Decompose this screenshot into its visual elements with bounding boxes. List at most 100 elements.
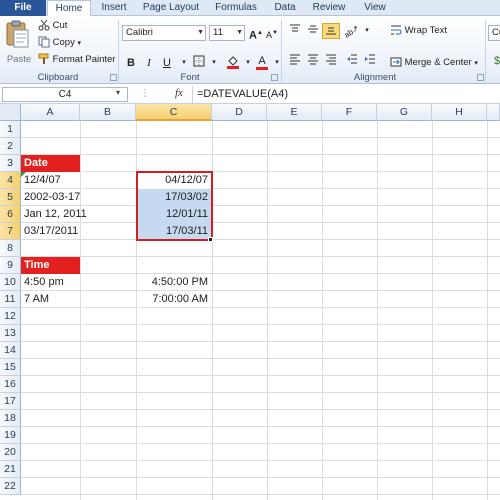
paste-button[interactable]: Paste (4, 19, 34, 67)
cell-a5[interactable]: 2002-03-17 (21, 189, 136, 206)
formula-bar-grip-icon: ⋮ (140, 88, 150, 99)
insert-function-button[interactable]: fx (175, 87, 183, 99)
column-header-a[interactable]: A (21, 104, 80, 121)
column-header-c[interactable]: C (136, 104, 212, 121)
row-header-9[interactable]: 9 (0, 257, 21, 274)
column-header-b[interactable]: B (80, 104, 136, 121)
ribbon: Paste Cut Copy ▾ Format Painter Clipboar… (0, 16, 500, 84)
borders-dropdown-icon[interactable]: ▾ (205, 55, 223, 71)
scissors-icon (38, 20, 50, 31)
align-center-button[interactable] (304, 53, 322, 69)
orientation-dropdown-icon[interactable]: ▾ (358, 23, 376, 39)
wrap-text-button[interactable]: Wrap Text (390, 24, 447, 38)
row-header-14[interactable]: 14 (0, 342, 21, 359)
cell-a3[interactable]: Date (21, 155, 80, 172)
gridline (21, 392, 500, 393)
bold-button[interactable]: B (122, 55, 140, 71)
format-painter-button[interactable]: Format Painter (38, 53, 115, 67)
tab-insert[interactable]: Insert (93, 0, 135, 16)
row-header-15[interactable]: 15 (0, 359, 21, 376)
row-header-11[interactable]: 11 (0, 291, 21, 308)
row-header-13[interactable]: 13 (0, 325, 21, 342)
row-header-22[interactable]: 22 (0, 478, 21, 495)
row-header-18[interactable]: 18 (0, 410, 21, 427)
align-middle-button[interactable] (304, 23, 322, 39)
column-header-d[interactable]: D (212, 104, 267, 121)
row-header-12[interactable]: 12 (0, 308, 21, 325)
cut-button[interactable]: Cut (38, 19, 67, 33)
number-format-select[interactable]: Cu (488, 25, 500, 41)
cell-c11[interactable]: 7:00:00 AM (137, 291, 211, 308)
tab-formulas[interactable]: Formulas (207, 0, 265, 16)
row-header-4[interactable]: 4 (0, 172, 21, 189)
row-header-19[interactable]: 19 (0, 427, 21, 444)
row-header-21[interactable]: 21 (0, 461, 21, 478)
tab-view[interactable]: View (355, 0, 395, 16)
tab-page-layout[interactable]: Page Layout (137, 0, 205, 16)
row-header-10[interactable]: 10 (0, 274, 21, 291)
row-header-1[interactable]: 1 (0, 121, 21, 138)
copy-dropdown-icon[interactable]: ▾ (77, 40, 81, 47)
accounting-format-button[interactable]: $ (488, 53, 500, 69)
column-header-e[interactable]: E (267, 104, 322, 121)
row-header-7[interactable]: 7 (0, 223, 21, 240)
increase-indent-button[interactable] (361, 53, 379, 69)
shrink-font-button[interactable]: A▼ (263, 25, 281, 41)
formula-bar-divider (192, 86, 193, 103)
cell-a11[interactable]: 7 AM (21, 291, 136, 308)
row-header-6[interactable]: 6 (0, 206, 21, 223)
align-right-button[interactable] (322, 53, 340, 69)
italic-button[interactable]: I (140, 55, 158, 71)
font-size-select[interactable]: 11 ▼ (209, 25, 245, 41)
cell-c10[interactable]: 4:50:00 PM (137, 274, 211, 291)
wrap-text-label: Wrap Text (404, 25, 448, 36)
align-top-button[interactable] (286, 23, 304, 39)
align-bottom-button[interactable] (322, 23, 340, 39)
clipboard-launcher-icon[interactable] (110, 74, 117, 81)
decrease-indent-icon (347, 54, 357, 64)
alignment-launcher-icon[interactable] (477, 74, 484, 81)
row-header-16[interactable]: 16 (0, 376, 21, 393)
column-header-f[interactable]: F (322, 104, 377, 121)
align-left-button[interactable] (286, 53, 304, 69)
worksheet-grid[interactable]: A B C D E F G H 1 2 3 4 5 6 7 8 9 10 11 … (0, 104, 500, 500)
name-box-dropdown-icon[interactable]: ▾ (116, 88, 120, 97)
tab-file[interactable]: File (0, 0, 46, 16)
formula-input[interactable]: =DATEVALUE(A4) (197, 88, 288, 100)
column-header-partial[interactable] (487, 104, 500, 121)
tab-home[interactable]: Home (47, 0, 91, 17)
decrease-indent-button[interactable] (343, 53, 361, 69)
merge-cells-icon (390, 57, 402, 67)
cell-a7[interactable]: 03/17/2011 (21, 223, 136, 240)
cell-a9[interactable]: Time (21, 257, 80, 274)
font-color-dropdown-icon[interactable]: ▾ (268, 55, 286, 71)
cell-a6[interactable]: Jan 12, 2011 (21, 206, 136, 223)
error-indicator-icon (21, 172, 26, 177)
row-header-5[interactable]: 5 (0, 189, 21, 206)
gridline (21, 256, 500, 257)
name-box[interactable]: C4 (2, 87, 128, 102)
select-all-button[interactable] (0, 104, 21, 121)
row-header-2[interactable]: 2 (0, 138, 21, 155)
row-header-8[interactable]: 8 (0, 240, 21, 257)
row-header-17[interactable]: 17 (0, 393, 21, 410)
merge-center-button[interactable]: Merge & Center ▾ (390, 56, 478, 70)
cell-a4[interactable]: 12/4/07 (21, 172, 136, 189)
underline-button[interactable]: U (158, 55, 176, 71)
fill-handle[interactable] (208, 237, 213, 242)
font-name-select[interactable]: Calibri ▼ (122, 25, 206, 41)
tab-review[interactable]: Review (305, 0, 353, 16)
gridline (21, 375, 500, 376)
font-color-icon: A (258, 55, 266, 67)
row-header-3[interactable]: 3 (0, 155, 21, 172)
row-header-20[interactable]: 20 (0, 444, 21, 461)
tab-data[interactable]: Data (267, 0, 303, 16)
cut-label: Cut (52, 20, 68, 31)
font-launcher-icon[interactable] (271, 74, 278, 81)
column-header-h[interactable]: H (432, 104, 487, 121)
cell-a10[interactable]: 4:50 pm (21, 274, 136, 291)
column-header-g[interactable]: G (377, 104, 432, 121)
align-center-icon (308, 54, 318, 65)
merge-dropdown-icon[interactable]: ▾ (474, 60, 478, 67)
copy-button[interactable]: Copy ▾ (38, 36, 81, 50)
